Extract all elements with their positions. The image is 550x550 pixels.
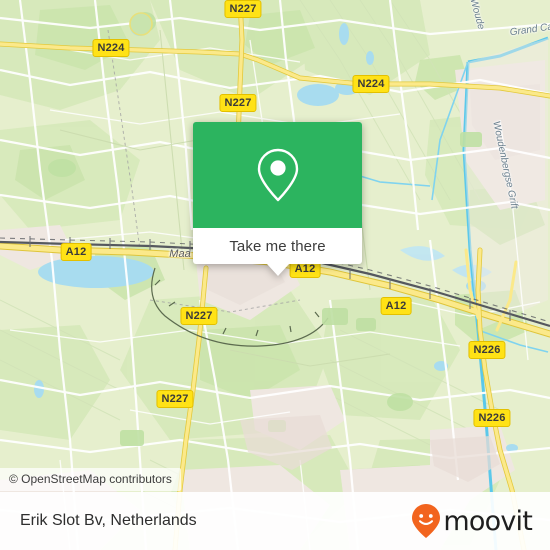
road-shield-n226[interactable]: N226 bbox=[473, 409, 511, 427]
road-shield-n224[interactable]: N224 bbox=[352, 75, 390, 93]
moovit-logo[interactable]: moovit bbox=[410, 503, 533, 539]
popup-tail bbox=[266, 264, 289, 276]
osm-attribution[interactable]: © OpenStreetMap contributors bbox=[0, 468, 181, 491]
bottom-info-bar: Erik Slot Bv, Netherlands moovit bbox=[0, 492, 550, 550]
place-title: Erik Slot Bv, Netherlands bbox=[20, 512, 197, 529]
moovit-pin-icon bbox=[412, 504, 441, 538]
moovit-wordmark: moovit bbox=[443, 505, 532, 537]
road-shield-a12[interactable]: A12 bbox=[60, 243, 92, 261]
map-label-maa: Maa bbox=[169, 248, 191, 260]
popup-cta-area[interactable]: Take me there bbox=[193, 228, 362, 264]
road-shield-n227[interactable]: N227 bbox=[180, 307, 218, 325]
road-shield-a12[interactable]: A12 bbox=[380, 297, 412, 315]
take-me-there-button[interactable]: Take me there bbox=[229, 238, 325, 255]
road-shield-n224[interactable]: N224 bbox=[92, 39, 130, 57]
road-shield-n227[interactable]: N227 bbox=[156, 390, 194, 408]
road-shield-n227[interactable]: N227 bbox=[224, 0, 262, 18]
location-popup-card[interactable]: Take me there bbox=[193, 122, 362, 276]
map-screen: Grand Canal Woudenbergse Grift Woude Maa… bbox=[0, 0, 550, 550]
popup-pin-area bbox=[193, 122, 362, 228]
map-pin-icon bbox=[257, 148, 298, 202]
road-shield-n227[interactable]: N227 bbox=[219, 94, 257, 112]
road-shield-n226[interactable]: N226 bbox=[468, 341, 506, 359]
